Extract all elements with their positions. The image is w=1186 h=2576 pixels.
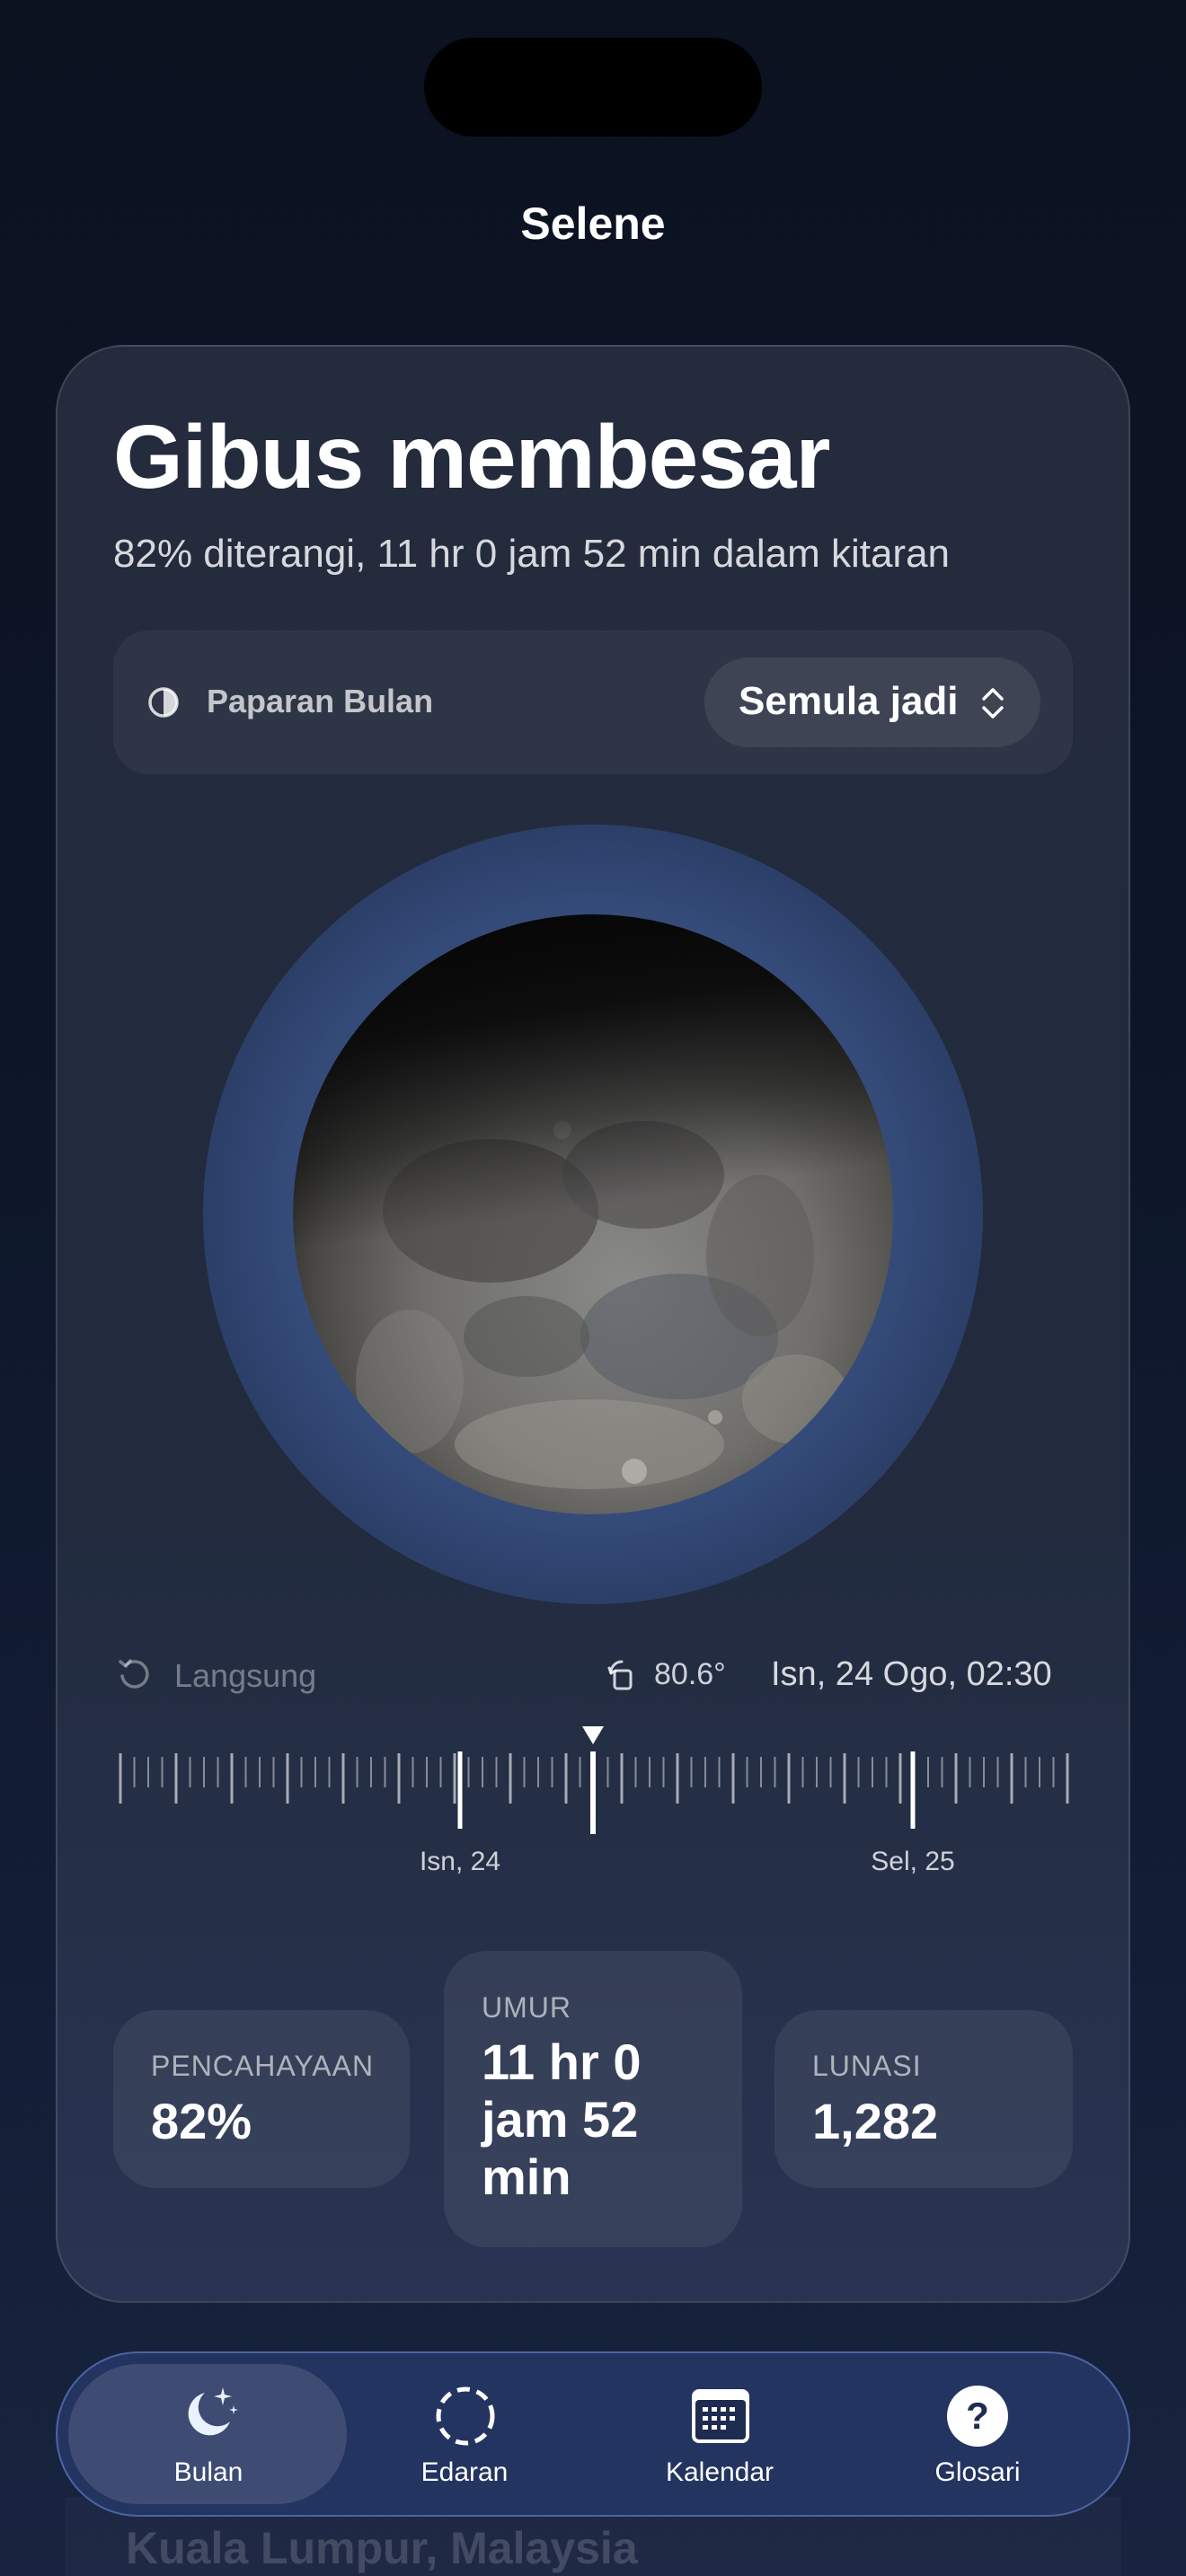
- age-value: 11 hr 0 jam 52 min: [482, 2033, 642, 2205]
- dynamic-island: [424, 38, 762, 137]
- tab-kalendar[interactable]: Kalendar: [666, 2457, 774, 2488]
- location-text-behind: Kuala Lumpur, Malaysia: [126, 2523, 638, 2573]
- rewind-icon[interactable]: [115, 1654, 155, 1694]
- svg-text:?: ?: [966, 2395, 989, 2437]
- phase-name: Gibus membesar: [113, 407, 830, 507]
- half-circle-icon: [148, 687, 179, 718]
- tick-label-isn: Isn, 24: [419, 1847, 501, 1876]
- datetime-value: Isn, 24 Ogo, 02:30: [771, 1655, 1052, 1693]
- calendar-icon[interactable]: [688, 2384, 753, 2448]
- moon-stars-icon[interactable]: [178, 2380, 243, 2445]
- question-icon[interactable]: ?: [945, 2384, 1010, 2448]
- age-label: UMUR: [482, 1991, 571, 2024]
- illumination-label: PENCAHAYAAN: [151, 2050, 375, 2082]
- moon-view-selected[interactable]: Semula jadi: [739, 679, 959, 724]
- lunation-value: 1,282: [812, 2093, 939, 2149]
- tab-glosari[interactable]: Glosari: [934, 2457, 1020, 2488]
- chevron-up-down-icon[interactable]: [979, 684, 1006, 722]
- lunation-label: LUNASI: [812, 2050, 922, 2082]
- live-button[interactable]: Langsung: [174, 1657, 316, 1695]
- phase-subtitle: 82% diterangi, 11 hr 0 jam 52 min dalam …: [113, 532, 951, 576]
- illumination-value: 82%: [151, 2093, 252, 2149]
- moon-image[interactable]: [293, 914, 893, 1514]
- dashed-circle-icon[interactable]: [433, 2384, 498, 2448]
- timeline-pointer-icon: [582, 1726, 604, 1744]
- tab-edaran[interactable]: Edaran: [421, 2457, 509, 2488]
- angle-value: 80.6°: [654, 1657, 726, 1691]
- rotate-icon: [607, 1660, 633, 1690]
- timeline-scrubber[interactable]: [0, 1716, 1186, 1886]
- tick-label-sel: Sel, 25: [871, 1847, 955, 1876]
- tab-bulan[interactable]: Bulan: [174, 2457, 243, 2488]
- app-title: Selene: [520, 198, 666, 249]
- moon-view-label: Paparan Bulan: [207, 683, 434, 719]
